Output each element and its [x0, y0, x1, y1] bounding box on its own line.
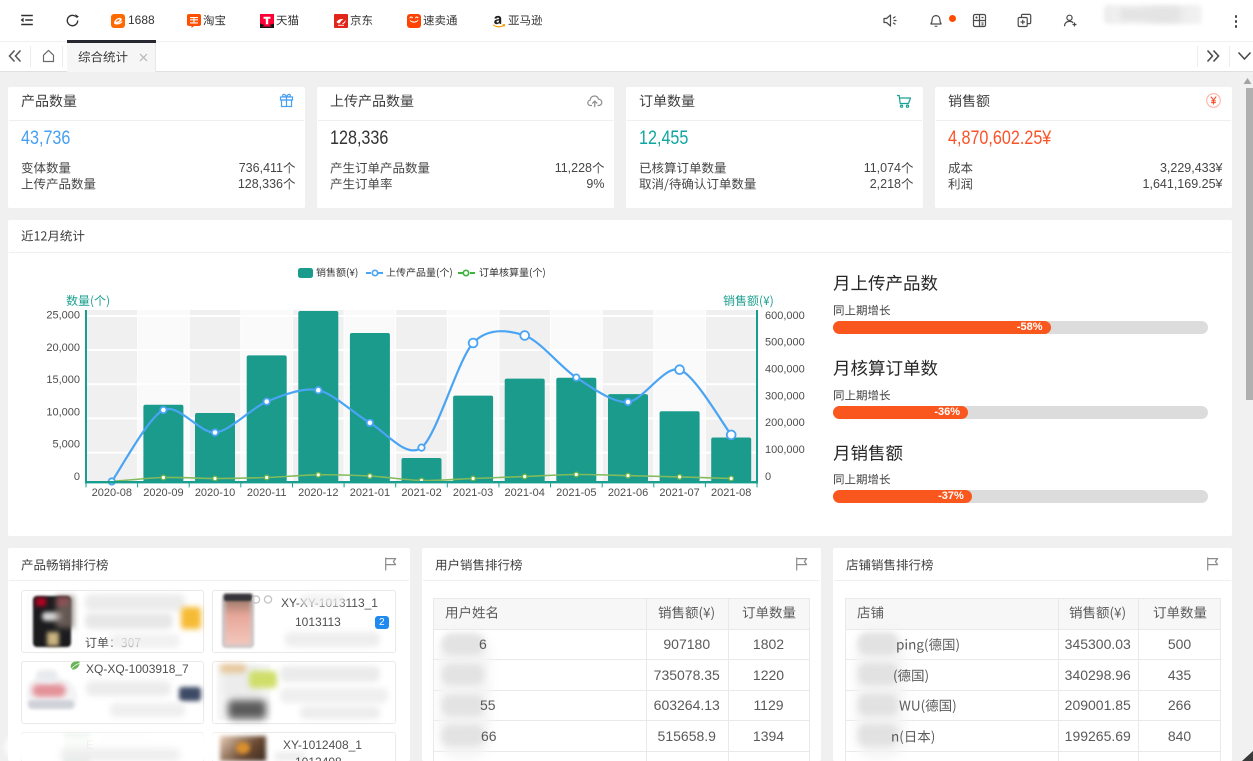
- svg-text:2021-01: 2021-01: [350, 487, 390, 499]
- svg-text:2021-05: 2021-05: [556, 487, 596, 499]
- svg-text:2021-07: 2021-07: [659, 487, 699, 499]
- svg-text:0: 0: [74, 471, 80, 483]
- svg-text:600,000: 600,000: [765, 310, 805, 322]
- svg-text:15,000: 15,000: [46, 374, 80, 386]
- svg-text:20,000: 20,000: [46, 342, 80, 354]
- svg-text:2021-04: 2021-04: [505, 487, 545, 499]
- svg-text:2020-08: 2020-08: [92, 487, 132, 499]
- svg-text:2020-12: 2020-12: [298, 487, 338, 499]
- svg-text:2020-09: 2020-09: [143, 487, 183, 499]
- svg-text:10,000: 10,000: [46, 406, 80, 418]
- svg-text:500,000: 500,000: [765, 337, 805, 349]
- svg-text:300,000: 300,000: [765, 390, 805, 402]
- svg-text:2021-03: 2021-03: [453, 487, 493, 499]
- svg-text:100,000: 100,000: [765, 444, 805, 456]
- svg-text:200,000: 200,000: [765, 417, 805, 429]
- svg-text:2021-02: 2021-02: [401, 487, 441, 499]
- svg-text:2021-08: 2021-08: [711, 487, 751, 499]
- svg-text:25,000: 25,000: [46, 310, 80, 322]
- svg-text:5,000: 5,000: [52, 439, 80, 451]
- svg-text:2021-06: 2021-06: [608, 487, 648, 499]
- svg-text:0: 0: [765, 471, 771, 483]
- svg-text:2020-10: 2020-10: [195, 487, 235, 499]
- svg-text:400,000: 400,000: [765, 364, 805, 376]
- svg-text:2020-11: 2020-11: [247, 487, 287, 499]
